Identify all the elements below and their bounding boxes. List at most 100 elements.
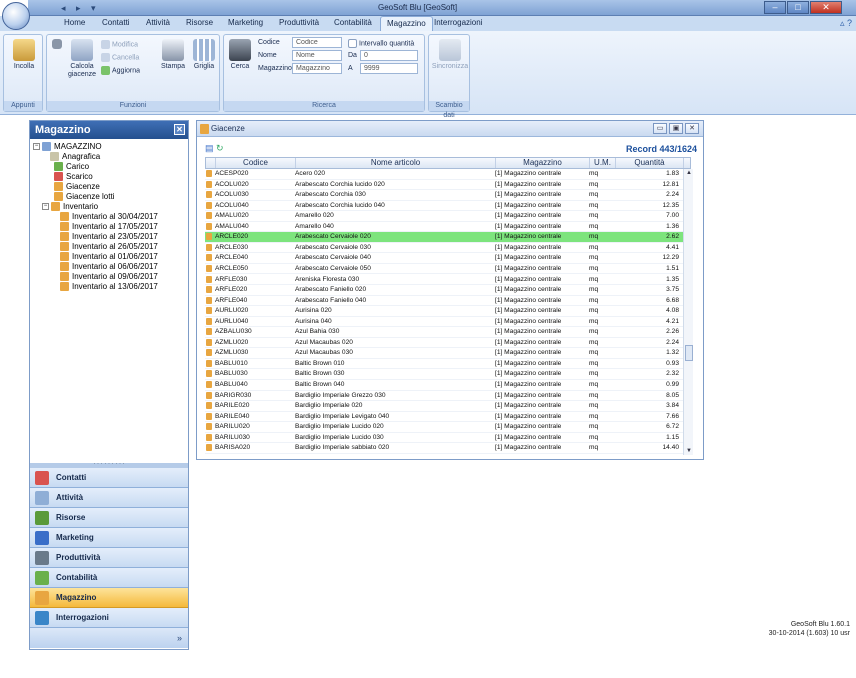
tab-produttivita[interactable]: Produttività (279, 18, 319, 27)
tab-marketing[interactable]: Marketing (228, 18, 263, 27)
table-row[interactable]: AMALU040 Amarello 040 [1] Magazzino centra… (205, 222, 683, 233)
table-row[interactable]: AMALU020 Amarello 020 [1] Magazzino centra… (205, 211, 683, 222)
tab-magazzino[interactable]: Magazzino (380, 16, 433, 31)
column-header-codice[interactable]: Codice (216, 158, 296, 168)
table-row[interactable]: ARFLE020 Arabescato Faniello 020 [1] Magaz… (205, 285, 683, 296)
da-input[interactable] (360, 50, 418, 61)
tab-attivita[interactable]: Attività (146, 18, 170, 27)
table-row[interactable]: BABLU010 Baltic Brown 010 [1] Magazzino ce… (205, 359, 683, 370)
tab-interrogazioni[interactable]: Interrogazioni (434, 18, 482, 27)
nav-item-marketing[interactable]: Marketing (30, 528, 188, 548)
stampa-button[interactable]: Stampa (159, 39, 187, 71)
table-row[interactable]: ARCLE020 Arabescato Cervaiole 020 [1] Maga… (205, 232, 683, 243)
tree-item[interactable]: Carico (54, 162, 89, 172)
sincronizza-button[interactable]: Sincronizza (431, 39, 469, 71)
tab-contatti[interactable]: Contatti (102, 18, 130, 27)
table-row[interactable]: ACOLU020 Arabescato Corchia lucido 020 [1]… (205, 180, 683, 191)
tree-item[interactable]: − Inventario (42, 202, 98, 212)
tree-item[interactable]: Anagrafica (50, 152, 100, 162)
column-header-quantita[interactable]: Quantità (616, 158, 684, 168)
tree-item[interactable]: Inventario al 26/05/2017 (60, 242, 158, 252)
table-row[interactable]: BARISA020 Bardiglio Imperiale sabbiato 02… (205, 443, 683, 454)
nav-item-contatti[interactable]: Contatti (30, 468, 188, 488)
table-row[interactable]: BARILU030 Bardiglio Imperiale Lucido 030 [… (205, 433, 683, 444)
modifica-button[interactable]: Modifica (101, 40, 138, 49)
calcola-giacenze-button[interactable]: Calcola giacenze (67, 39, 97, 79)
table-row[interactable]: ARCLE030 Arabescato Cervaiole 030 [1] Maga… (205, 243, 683, 254)
a-input[interactable] (360, 63, 418, 74)
nav-item-magazzino[interactable]: Magazzino (30, 588, 188, 608)
nav-item-produttivit[interactable]: Produttività (30, 548, 188, 568)
restore-icon[interactable]: ▣ (669, 123, 683, 134)
table-row[interactable]: ACOLU040 Arabescato Corchia lucido 040 [1]… (205, 201, 683, 212)
tree-item[interactable]: Inventario al 06/06/2017 (60, 262, 158, 272)
tree-item[interactable]: Inventario al 30/04/2017 (60, 212, 158, 222)
tree-item[interactable]: Giacenze lotti (54, 192, 114, 202)
table-row[interactable]: ARFLE040 Arabescato Faniello 040 [1] Magaz… (205, 296, 683, 307)
table-row[interactable]: ACESP020 Acero 020 [1] Magazzino centrale m… (205, 169, 683, 180)
nav-item-interrogazioni[interactable]: Interrogazioni (30, 608, 188, 628)
nav-item-attivit[interactable]: Attività (30, 488, 188, 508)
table-row[interactable]: BARILE020 Bardiglio Imperiale 020 [1] Maga… (205, 401, 683, 412)
maximize-icon[interactable]: □ (787, 1, 809, 14)
table-row[interactable]: BARIGR030 Bardiglio Imperiale Grezzo 030 [… (205, 391, 683, 402)
table-row[interactable]: BARILU020 Bardiglio Imperiale Lucido 020 [… (205, 422, 683, 433)
incolla-button[interactable]: Incolla (6, 39, 42, 71)
table-row[interactable]: ARCLE040 Arabescato Cervaiole 040 [1] Maga… (205, 253, 683, 264)
table-row[interactable]: AURLU020 Aurisina 020 [1] Magazzino centra… (205, 306, 683, 317)
expand-collapse-icon[interactable]: − (33, 143, 40, 151)
aggiorna-button[interactable]: Aggiorna (101, 66, 140, 75)
minimize-icon[interactable]: – (764, 1, 786, 14)
configure-buttons-icon[interactable]: » (30, 628, 188, 648)
table-row[interactable]: AZMLU030 Azul Macaubas 030 [1] Magazzino c… (205, 348, 683, 359)
tree-item[interactable]: Inventario al 01/06/2017 (60, 252, 158, 262)
close-icon[interactable]: ✕ (174, 124, 185, 135)
export-icon[interactable]: ▤ (205, 143, 214, 153)
tree-item[interactable]: Inventario al 09/06/2017 (60, 272, 158, 282)
close-icon[interactable]: ✕ (810, 1, 842, 14)
table-row[interactable]: ARCLE050 Arabescato Cervaiole 050 [1] Maga… (205, 264, 683, 275)
nome-input[interactable] (292, 50, 342, 61)
table-row[interactable]: BABLU040 Baltic Brown 040 [1] Magazzino ce… (205, 380, 683, 391)
nav-item-risorse[interactable]: Risorse (30, 508, 188, 528)
tab-contabilita[interactable]: Contabilità (334, 18, 372, 27)
tree-item[interactable]: Inventario al 17/05/2017 (60, 222, 158, 232)
column-header-um[interactable]: U.M. (590, 158, 616, 168)
intervallo-quantita-checkbox[interactable]: Intervallo quantità (348, 39, 414, 48)
quick-access-toolbar[interactable]: ◂ ▸ ▾ (61, 3, 100, 14)
griglia-button[interactable]: Griglia (191, 39, 217, 71)
help-icon[interactable]: ▵ ? (840, 18, 852, 29)
tab-home[interactable]: Home (64, 18, 85, 27)
close-icon[interactable]: ✕ (685, 123, 699, 134)
cancella-button[interactable]: Cancella (101, 53, 139, 62)
tree-item[interactable]: Inventario al 13/06/2017 (60, 282, 158, 292)
column-header-magazzino[interactable]: Magazzino (496, 158, 590, 168)
magazzino-input[interactable] (292, 63, 342, 74)
tree-item[interactable]: Scarico (54, 172, 93, 182)
table-row[interactable]: AURLU040 Aurisina 040 [1] Magazzino centra… (205, 317, 683, 328)
table-row[interactable]: BARILE040 Bardiglio Imperiale Levigato 04… (205, 412, 683, 423)
cerca-button[interactable]: Cerca (227, 39, 253, 71)
refresh-icon[interactable]: ↻ (216, 143, 224, 153)
scroll-thumb[interactable] (685, 345, 693, 361)
nav-item-contabilit[interactable]: Contabilità (30, 568, 188, 588)
application-menu-button[interactable] (2, 2, 30, 30)
codice-input[interactable] (292, 37, 342, 48)
tree-item-label: MAGAZZINO (54, 142, 102, 151)
cut-button[interactable] (51, 39, 63, 51)
table-row[interactable]: ACOLU030 Arabescato Corchia 030 [1] Magazz… (205, 190, 683, 201)
table-row[interactable]: AZBALU030 Azul Bahia 030 [1] Magazzino cen… (205, 327, 683, 338)
tab-risorse[interactable]: Risorse (186, 18, 213, 27)
table-row[interactable]: AZMLU020 Azul Macaubas 020 [1] Magazzino c… (205, 338, 683, 349)
column-header-nome-articolo[interactable]: Nome articolo (296, 158, 496, 168)
expand-collapse-icon[interactable]: − (42, 203, 49, 211)
scroll-down-icon[interactable]: ▼ (685, 447, 693, 455)
tree-item[interactable]: − MAGAZZINO (33, 142, 102, 152)
scroll-up-icon[interactable]: ▲ (685, 169, 693, 177)
tree-item[interactable]: Giacenze (54, 182, 100, 192)
vertical-scrollbar[interactable]: ▲ ▼ (683, 169, 693, 455)
minimize-icon[interactable]: ▭ (653, 123, 667, 134)
table-row[interactable]: ARFLE030 Areniska Floresta 030 [1] Magazzi… (205, 275, 683, 285)
table-row[interactable]: BABLU030 Baltic Brown 030 [1] Magazzino ce… (205, 369, 683, 380)
tree-item[interactable]: Inventario al 23/05/2017 (60, 232, 158, 242)
